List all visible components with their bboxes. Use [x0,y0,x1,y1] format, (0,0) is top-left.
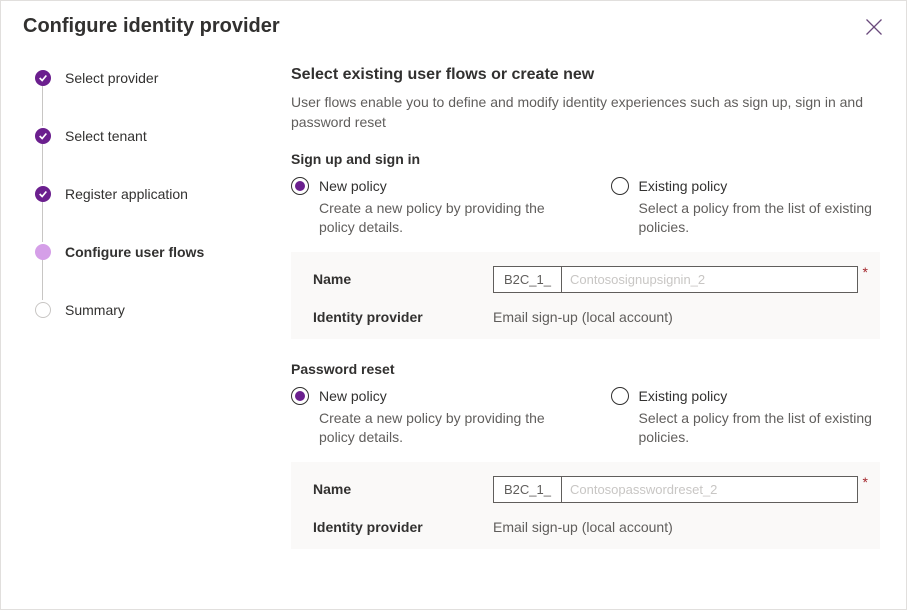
name-input-wrap: B2C_1_ * [493,476,858,503]
policy-choice-group: New policy Create a new policy by provid… [291,387,880,448]
step-register-application[interactable]: Register application [35,182,281,206]
radio-new-policy[interactable]: New policy [291,387,561,405]
section-heading-password-reset: Password reset [291,361,880,377]
choice-desc: Create a new policy by providing the pol… [319,199,561,238]
pending-step-icon [35,302,51,318]
name-field-row: Name B2C_1_ * [313,476,858,503]
radio-icon [611,387,629,405]
step-select-tenant[interactable]: Select tenant [35,124,281,148]
name-label: Name [313,271,493,287]
choice-existing-policy: Existing policy Select a policy from the… [611,177,881,238]
step-label: Select provider [65,70,158,86]
radio-existing-policy[interactable]: Existing policy [611,387,881,405]
name-prefix: B2C_1_ [493,266,561,293]
close-button[interactable] [864,17,884,37]
panel-header: Configure identity provider [1,1,906,48]
panel-title: Configure identity provider [23,15,280,38]
required-indicator: * [863,264,868,280]
policy-form: Name B2C_1_ * Identity provider Email si… [291,462,880,549]
configure-idp-panel: Configure identity provider Select provi… [0,0,907,610]
radio-icon [291,177,309,195]
idp-label: Identity provider [313,309,493,325]
step-label: Select tenant [65,128,147,144]
step-label: Configure user flows [65,244,204,260]
step-configure-user-flows[interactable]: Configure user flows [35,240,281,264]
choice-existing-policy: Existing policy Select a policy from the… [611,387,881,448]
name-field-row: Name B2C_1_ * [313,266,858,293]
name-label: Name [313,481,493,497]
choice-desc: Create a new policy by providing the pol… [319,409,561,448]
name-prefix: B2C_1_ [493,476,561,503]
choice-new-policy: New policy Create a new policy by provid… [291,177,561,238]
idp-label: Identity provider [313,519,493,535]
radio-icon [291,387,309,405]
step-summary[interactable]: Summary [35,298,281,322]
radio-icon [611,177,629,195]
idp-field-row: Identity provider Email sign-up (local a… [313,309,858,325]
radio-label: New policy [319,178,387,194]
panel-body: Select provider Select tenant Register a… [1,48,906,609]
step-select-provider[interactable]: Select provider [35,66,281,90]
radio-label: Existing policy [639,388,728,404]
step-label: Register application [65,186,188,202]
wizard-steps: Select provider Select tenant Register a… [35,66,281,322]
step-label: Summary [65,302,125,318]
wizard-sidebar: Select provider Select tenant Register a… [1,48,291,609]
policy-name-input[interactable] [561,476,858,503]
radio-existing-policy[interactable]: Existing policy [611,177,881,195]
page-subtitle: User flows enable you to define and modi… [291,92,880,133]
idp-field-row: Identity provider Email sign-up (local a… [313,519,858,535]
section-heading-signup-signin: Sign up and sign in [291,151,880,167]
radio-label: Existing policy [639,178,728,194]
name-input-wrap: B2C_1_ * [493,266,858,293]
choice-new-policy: New policy Create a new policy by provid… [291,387,561,448]
main-content: Select existing user flows or create new… [291,48,906,609]
close-icon [864,17,884,37]
policy-form: Name B2C_1_ * Identity provider Email si… [291,252,880,339]
checkmark-icon [35,128,51,144]
radio-new-policy[interactable]: New policy [291,177,561,195]
choice-desc: Select a policy from the list of existin… [639,409,881,448]
page-title: Select existing user flows or create new [291,66,880,84]
checkmark-icon [35,186,51,202]
policy-choice-group: New policy Create a new policy by provid… [291,177,880,238]
checkmark-icon [35,70,51,86]
choice-desc: Select a policy from the list of existin… [639,199,881,238]
idp-value: Email sign-up (local account) [493,519,673,535]
idp-value: Email sign-up (local account) [493,309,673,325]
policy-name-input[interactable] [561,266,858,293]
active-step-icon [35,244,51,260]
radio-label: New policy [319,388,387,404]
required-indicator: * [863,474,868,490]
